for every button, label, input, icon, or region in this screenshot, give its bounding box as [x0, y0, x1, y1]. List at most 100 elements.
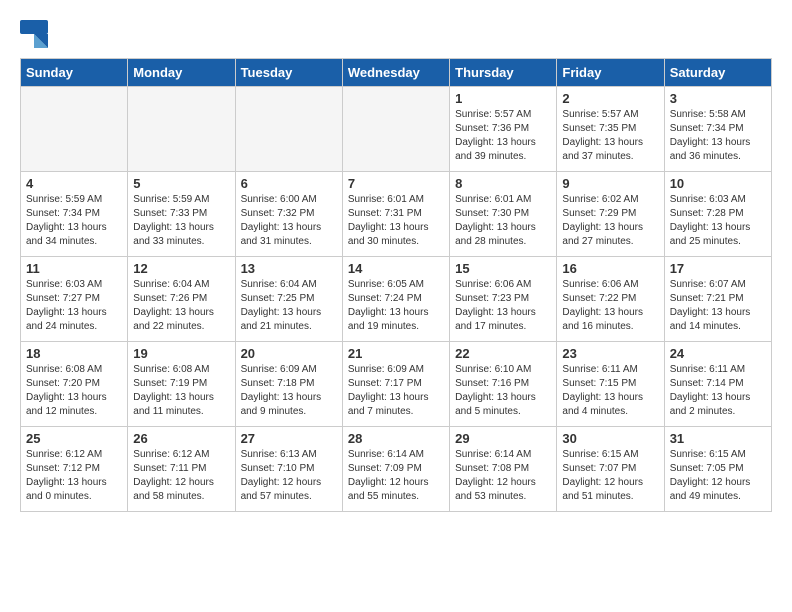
day-info: Sunrise: 5:58 AMSunset: 7:34 PMDaylight:…	[670, 108, 766, 164]
day-info: Sunrise: 6:01 AMSunset: 7:30 PMDaylight:…	[455, 193, 551, 249]
day-number: 16	[562, 261, 658, 276]
day-number: 7	[348, 176, 444, 191]
day-info: Sunrise: 6:04 AMSunset: 7:25 PMDaylight:…	[241, 278, 337, 334]
day-info: Sunrise: 5:57 AMSunset: 7:35 PMDaylight:…	[562, 108, 658, 164]
day-info: Sunrise: 5:59 AMSunset: 7:33 PMDaylight:…	[133, 193, 229, 249]
day-info: Sunrise: 5:57 AMSunset: 7:36 PMDaylight:…	[455, 108, 551, 164]
calendar-cell: 23 Sunrise: 6:11 AMSunset: 7:15 PMDayligh…	[557, 342, 664, 427]
calendar-cell: 10Sunrise: 6:03 AMSunset: 7:28 PMDayligh…	[664, 172, 771, 257]
day-info: Sunrise: 6:09 AMSunset: 7:17 PMDaylight:…	[348, 363, 444, 419]
day-info: Sunrise: 6:07 AMSunset: 7:21 PMDaylight:…	[670, 278, 766, 334]
calendar-table: SundayMondayTuesdayWednesdayThursdayFrid…	[20, 58, 772, 512]
calendar-cell: 20 Sunrise: 6:09 AMSunset: 7:18 PMDayligh…	[235, 342, 342, 427]
day-number: 13	[241, 261, 337, 276]
calendar-cell: 17 Sunrise: 6:07 AMSunset: 7:21 PMDayligh…	[664, 257, 771, 342]
day-number: 8	[455, 176, 551, 191]
calendar-cell: 22Sunrise: 6:10 AMSunset: 7:16 PMDayligh…	[450, 342, 557, 427]
logo	[20, 20, 52, 48]
day-number: 26	[133, 431, 229, 446]
day-info: Sunrise: 6:01 AMSunset: 7:31 PMDaylight:…	[348, 193, 444, 249]
calendar-cell: 5 Sunrise: 5:59 AMSunset: 7:33 PMDaylight…	[128, 172, 235, 257]
day-info: Sunrise: 6:02 AMSunset: 7:29 PMDaylight:…	[562, 193, 658, 249]
day-number: 2	[562, 91, 658, 106]
day-info: Sunrise: 6:10 AMSunset: 7:16 PMDaylight:…	[455, 363, 551, 419]
day-info: Sunrise: 6:14 AMSunset: 7:09 PMDaylight:…	[348, 448, 444, 504]
day-info: Sunrise: 6:06 AMSunset: 7:23 PMDaylight:…	[455, 278, 551, 334]
day-number: 17	[670, 261, 766, 276]
calendar-cell: 15 Sunrise: 6:06 AMSunset: 7:23 PMDayligh…	[450, 257, 557, 342]
day-number: 19	[133, 346, 229, 361]
logo-icon	[20, 20, 48, 48]
day-number: 11	[26, 261, 122, 276]
calendar-cell: 8 Sunrise: 6:01 AMSunset: 7:30 PMDaylight…	[450, 172, 557, 257]
day-number: 5	[133, 176, 229, 191]
calendar-cell: 31 Sunrise: 6:15 AMSunset: 7:05 PMDayligh…	[664, 427, 771, 512]
calendar-cell: 29 Sunrise: 6:14 AMSunset: 7:08 PMDayligh…	[450, 427, 557, 512]
day-info: Sunrise: 6:13 AMSunset: 7:10 PMDaylight:…	[241, 448, 337, 504]
day-info: Sunrise: 6:09 AMSunset: 7:18 PMDaylight:…	[241, 363, 337, 419]
calendar-cell: 6 Sunrise: 6:00 AMSunset: 7:32 PMDaylight…	[235, 172, 342, 257]
day-info: Sunrise: 6:12 AMSunset: 7:12 PMDaylight:…	[26, 448, 122, 504]
column-header-saturday: Saturday	[664, 59, 771, 87]
day-info: Sunrise: 6:04 AMSunset: 7:26 PMDaylight:…	[133, 278, 229, 334]
calendar-cell: 13 Sunrise: 6:04 AMSunset: 7:25 PMDayligh…	[235, 257, 342, 342]
column-header-monday: Monday	[128, 59, 235, 87]
day-info: Sunrise: 6:08 AMSunset: 7:19 PMDaylight:…	[133, 363, 229, 419]
column-header-sunday: Sunday	[21, 59, 128, 87]
day-number: 25	[26, 431, 122, 446]
day-info: Sunrise: 6:00 AMSunset: 7:32 PMDaylight:…	[241, 193, 337, 249]
calendar-cell: 27 Sunrise: 6:13 AMSunset: 7:10 PMDayligh…	[235, 427, 342, 512]
day-number: 6	[241, 176, 337, 191]
calendar-cell: 9 Sunrise: 6:02 AMSunset: 7:29 PMDaylight…	[557, 172, 664, 257]
calendar-cell: 16 Sunrise: 6:06 AMSunset: 7:22 PMDayligh…	[557, 257, 664, 342]
day-info: Sunrise: 6:15 AMSunset: 7:05 PMDaylight:…	[670, 448, 766, 504]
day-number: 1	[455, 91, 551, 106]
calendar-cell: 2 Sunrise: 5:57 AMSunset: 7:35 PMDaylight…	[557, 87, 664, 172]
day-info: Sunrise: 6:15 AMSunset: 7:07 PMDaylight:…	[562, 448, 658, 504]
calendar-cell: 19 Sunrise: 6:08 AMSunset: 7:19 PMDayligh…	[128, 342, 235, 427]
week-row-3: 11 Sunrise: 6:03 AMSunset: 7:27 PMDayligh…	[21, 257, 772, 342]
day-number: 12	[133, 261, 229, 276]
calendar-cell: 30 Sunrise: 6:15 AMSunset: 7:07 PMDayligh…	[557, 427, 664, 512]
day-info: Sunrise: 6:11 AMSunset: 7:14 PMDaylight:…	[670, 363, 766, 419]
day-number: 20	[241, 346, 337, 361]
calendar-cell: 12 Sunrise: 6:04 AMSunset: 7:26 PMDayligh…	[128, 257, 235, 342]
calendar-cell: 3Sunrise: 5:58 AMSunset: 7:34 PMDaylight…	[664, 87, 771, 172]
page-header	[20, 20, 772, 48]
day-info: Sunrise: 6:06 AMSunset: 7:22 PMDaylight:…	[562, 278, 658, 334]
week-row-4: 18 Sunrise: 6:08 AMSunset: 7:20 PMDayligh…	[21, 342, 772, 427]
day-info: Sunrise: 5:59 AMSunset: 7:34 PMDaylight:…	[26, 193, 122, 249]
day-info: Sunrise: 6:08 AMSunset: 7:20 PMDaylight:…	[26, 363, 122, 419]
day-info: Sunrise: 6:03 AMSunset: 7:28 PMDaylight:…	[670, 193, 766, 249]
calendar-cell: 1 Sunrise: 5:57 AMSunset: 7:36 PMDaylight…	[450, 87, 557, 172]
day-number: 18	[26, 346, 122, 361]
column-header-friday: Friday	[557, 59, 664, 87]
day-number: 23	[562, 346, 658, 361]
calendar-cell: 4 Sunrise: 5:59 AMSunset: 7:34 PMDaylight…	[21, 172, 128, 257]
day-number: 9	[562, 176, 658, 191]
day-number: 30	[562, 431, 658, 446]
day-info: Sunrise: 6:14 AMSunset: 7:08 PMDaylight:…	[455, 448, 551, 504]
day-number: 31	[670, 431, 766, 446]
column-header-wednesday: Wednesday	[342, 59, 449, 87]
column-header-tuesday: Tuesday	[235, 59, 342, 87]
calendar-cell	[21, 87, 128, 172]
calendar-cell: 21Sunrise: 6:09 AMSunset: 7:17 PMDayligh…	[342, 342, 449, 427]
column-header-thursday: Thursday	[450, 59, 557, 87]
calendar-cell: 11 Sunrise: 6:03 AMSunset: 7:27 PMDayligh…	[21, 257, 128, 342]
day-number: 27	[241, 431, 337, 446]
calendar-cell	[235, 87, 342, 172]
day-info: Sunrise: 6:12 AMSunset: 7:11 PMDaylight:…	[133, 448, 229, 504]
week-row-2: 4 Sunrise: 5:59 AMSunset: 7:34 PMDaylight…	[21, 172, 772, 257]
day-info: Sunrise: 6:11 AMSunset: 7:15 PMDaylight:…	[562, 363, 658, 419]
calendar-header-row: SundayMondayTuesdayWednesdayThursdayFrid…	[21, 59, 772, 87]
calendar-cell: 24 Sunrise: 6:11 AMSunset: 7:14 PMDayligh…	[664, 342, 771, 427]
day-number: 29	[455, 431, 551, 446]
day-number: 15	[455, 261, 551, 276]
week-row-5: 25 Sunrise: 6:12 AMSunset: 7:12 PMDayligh…	[21, 427, 772, 512]
day-info: Sunrise: 6:03 AMSunset: 7:27 PMDaylight:…	[26, 278, 122, 334]
day-number: 4	[26, 176, 122, 191]
calendar-cell: 18 Sunrise: 6:08 AMSunset: 7:20 PMDayligh…	[21, 342, 128, 427]
day-number: 24	[670, 346, 766, 361]
calendar-cell: 7 Sunrise: 6:01 AMSunset: 7:31 PMDaylight…	[342, 172, 449, 257]
